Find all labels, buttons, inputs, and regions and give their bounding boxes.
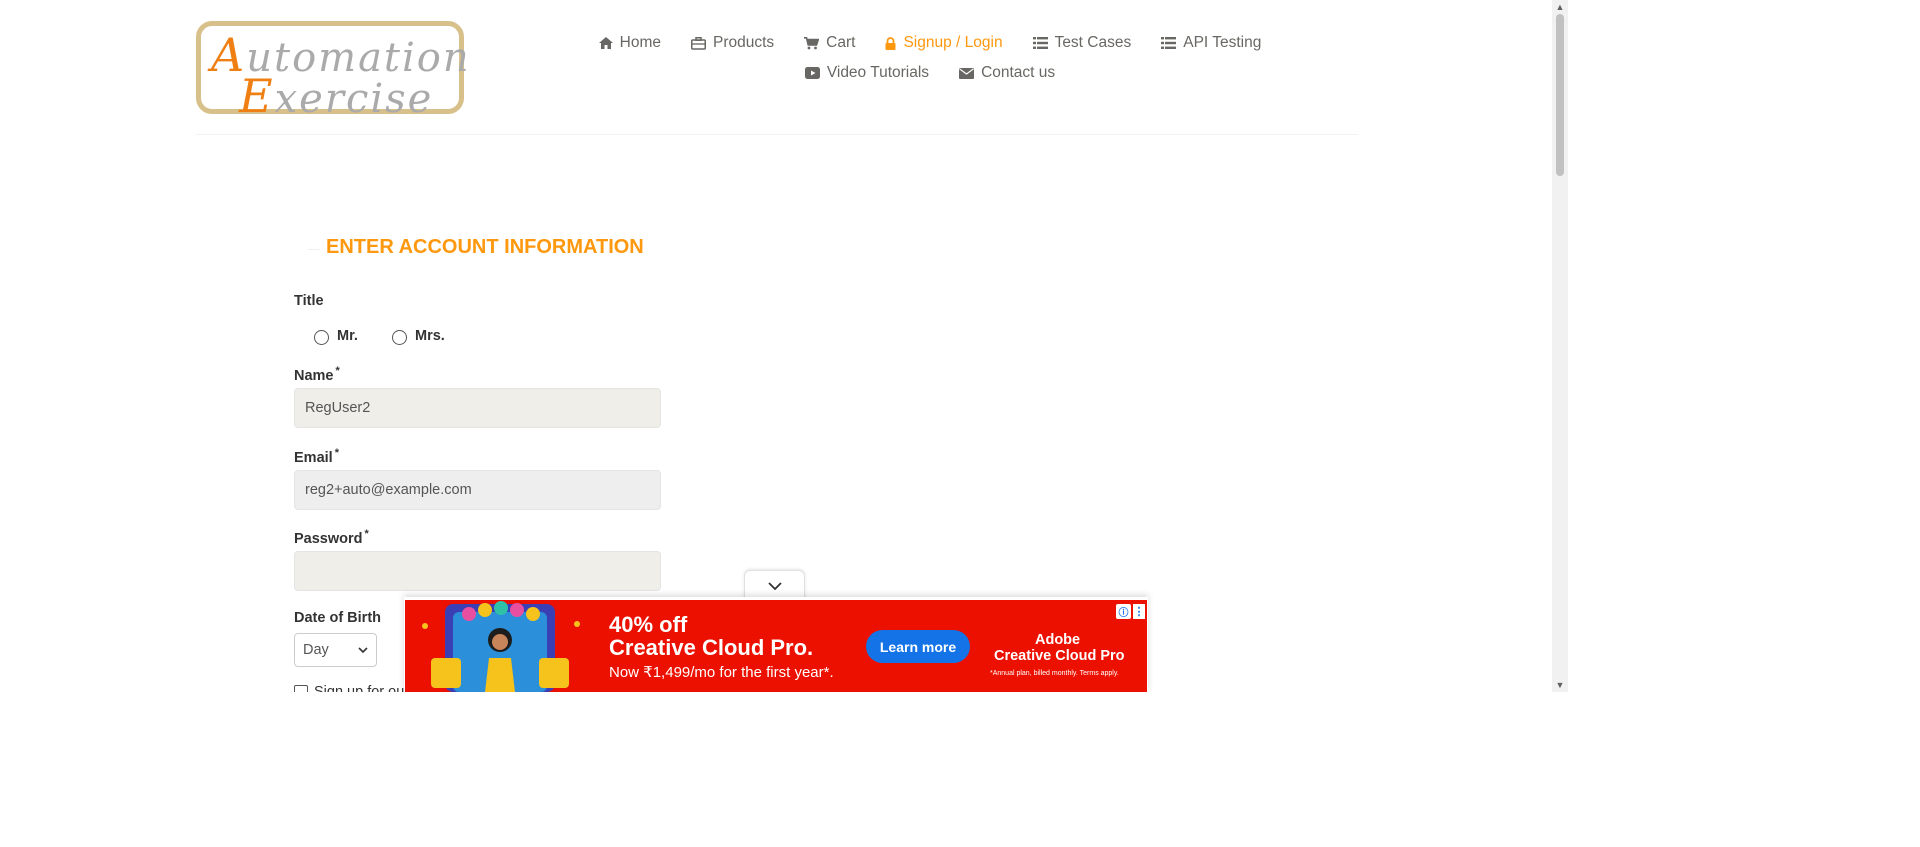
radio-mrs-label: Mrs.	[415, 327, 445, 344]
title-mr-option[interactable]: Mr.	[314, 326, 358, 345]
header-divider	[196, 134, 1358, 135]
ad-headline-product: Creative Cloud Pro.	[609, 635, 814, 660]
password-input[interactable]	[294, 551, 661, 591]
list-icon	[1032, 37, 1048, 49]
radio-mr[interactable]	[314, 330, 329, 345]
dob-label: Date of Birth	[294, 610, 381, 626]
ad-banner[interactable]: 40% off Creative Cloud Pro. Now ₹1,499/m…	[405, 600, 1147, 692]
nav-test-cases-label: Test Cases	[1054, 34, 1132, 51]
ad-fine-print: *Annual plan, billed monthly. Terms appl…	[990, 670, 1119, 677]
chevron-down-icon	[767, 581, 782, 590]
nav-home[interactable]: Home	[598, 34, 661, 52]
nav-test-cases[interactable]: Test Cases	[1032, 34, 1132, 52]
name-input[interactable]: RegUser2	[294, 388, 661, 428]
youtube-icon	[804, 67, 820, 79]
cart-icon	[804, 36, 820, 49]
nav-api-testing[interactable]: API Testing	[1161, 34, 1261, 52]
ad-banner-container: 40% off Creative Cloud Pro. Now ₹1,499/m…	[404, 597, 1148, 692]
ad-learn-more-button[interactable]: Learn more	[866, 630, 970, 663]
title-mrs-option[interactable]: Mrs.	[392, 326, 445, 345]
nav-cart[interactable]: Cart	[804, 34, 855, 52]
ad-brand-product: Creative Cloud Pro	[994, 648, 1125, 664]
dob-day-select[interactable]: Day	[294, 633, 377, 667]
nav-row-2: Video Tutorials Contact us	[560, 58, 1300, 88]
ad-brand-name: Adobe	[1035, 632, 1081, 648]
ad-info-icon[interactable]: ⓘ	[1116, 604, 1131, 619]
form-title: ENTER ACCOUNT INFORMATION	[320, 236, 650, 259]
radio-mrs[interactable]	[392, 330, 407, 345]
nav-contact-us[interactable]: Contact us	[959, 64, 1055, 82]
ad-collapse-button[interactable]	[744, 570, 805, 600]
lock-icon	[885, 36, 896, 50]
nav-products-label: Products	[712, 34, 775, 51]
name-label: Name *	[294, 365, 340, 384]
newsletter-checkbox[interactable]	[294, 685, 308, 692]
nav-api-testing-label: API Testing	[1183, 34, 1262, 51]
chevron-down-icon	[358, 647, 368, 653]
radio-mr-label: Mr.	[337, 327, 358, 344]
ad-menu-icon[interactable]: ⋮	[1133, 604, 1145, 619]
list-icon	[1161, 37, 1177, 49]
envelope-icon	[959, 67, 975, 79]
nav-signup-login[interactable]: Signup / Login	[885, 34, 1003, 52]
email-label: Email *	[294, 447, 339, 466]
nav-row-1: Home Products Cart Signup / Login Test C…	[560, 28, 1300, 58]
scroll-up-arrow-icon[interactable]: ▲	[1552, 0, 1568, 14]
nav-signup-login-label: Signup / Login	[903, 34, 1003, 51]
page-scrollbar[interactable]: ▲ ▼	[1552, 0, 1568, 692]
dob-day-value: Day	[303, 642, 329, 658]
nav-cart-label: Cart	[826, 34, 856, 51]
nav-contact-us-label: Contact us	[981, 64, 1056, 81]
ad-subtext: Now ₹1,499/mo for the first year*.	[609, 664, 834, 681]
ad-illustration	[422, 601, 580, 692]
logo-line-2: Exercise	[239, 69, 434, 123]
nav-products[interactable]: Products	[690, 34, 775, 52]
main-nav: Home Products Cart Signup / Login Test C…	[560, 28, 1300, 88]
nav-home-label: Home	[619, 34, 661, 51]
scroll-thumb[interactable]	[1556, 14, 1564, 176]
title-label: Title	[294, 293, 324, 309]
nav-video-tutorials[interactable]: Video Tutorials	[804, 64, 930, 82]
nav-video-tutorials-label: Video Tutorials	[826, 64, 930, 81]
scroll-down-arrow-icon[interactable]: ▼	[1552, 678, 1568, 692]
page: Automation Exercise Home Products Cart S…	[0, 0, 1568, 692]
email-input[interactable]: reg2+auto@example.com	[294, 470, 661, 510]
briefcase-icon	[690, 36, 706, 50]
form-heading: ENTER ACCOUNT INFORMATION	[308, 236, 650, 262]
password-label: Password *	[294, 528, 369, 547]
home-icon	[598, 37, 613, 49]
site-logo[interactable]: Automation Exercise	[196, 21, 469, 123]
